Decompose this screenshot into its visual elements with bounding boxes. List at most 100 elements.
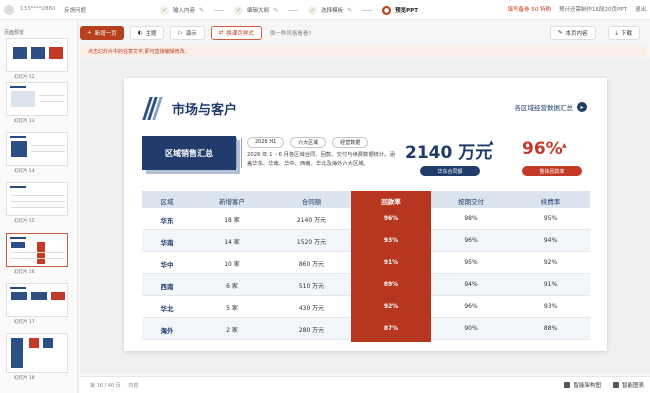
vip-offer-link[interactable]: 填写备券 50 特购 — [507, 5, 551, 13]
cell-new-customers[interactable]: 18 家 — [192, 215, 272, 224]
this-page-content-button[interactable]: ✎ 本页内容 — [549, 26, 596, 40]
cell-renewal-rate[interactable]: 95% — [511, 215, 590, 222]
cell-collection-rate[interactable]: 96% — [351, 215, 431, 222]
smart-chart-button[interactable]: 智能图表 — [612, 381, 644, 389]
step-separator — [214, 9, 225, 11]
cell-new-customers[interactable]: 2 家 — [192, 325, 272, 334]
cell-region[interactable]: 华东 — [142, 215, 192, 225]
header-collection-rate[interactable]: 回款率 — [351, 196, 431, 206]
new-page-button[interactable]: + 新增一页 — [80, 26, 124, 40]
smart-diagram-button[interactable]: 智能架构图 — [564, 381, 601, 389]
cell-collection-rate[interactable]: 91% — [351, 259, 431, 266]
cell-new-customers[interactable]: 6 家 — [192, 281, 272, 290]
header-region[interactable]: 区域 — [142, 196, 192, 206]
slide-title[interactable]: 市场与客户 — [172, 99, 237, 118]
cell-collection-rate[interactable]: 89% — [351, 281, 431, 288]
cell-renewal-rate[interactable]: 92% — [511, 259, 590, 266]
cell-on-time-delivery[interactable]: 90% — [431, 325, 511, 332]
slide-thumbnail[interactable] — [6, 82, 68, 116]
slide-thumbnail-sidebar: 页面预览 幻灯片 12 幻灯片 13 幻灯片 14 幻灯片 15 幻灯片 16 — [0, 20, 78, 393]
step-separator — [362, 9, 373, 11]
thumb-block — [11, 292, 27, 300]
slide-thumbnail[interactable] — [6, 132, 68, 166]
tag[interactable]: 经营数据 — [332, 137, 369, 148]
slide-thumbnail[interactable] — [6, 333, 68, 373]
thumb-title — [10, 136, 26, 138]
kpi-collection-rate[interactable]: 96% — [522, 139, 563, 159]
kpi-contract-amount[interactable]: 2140 万元 — [405, 138, 492, 163]
cell-collection-rate[interactable]: 87% — [351, 325, 431, 332]
cell-contract-amount[interactable]: 510 万元 — [272, 281, 351, 290]
plus-icon: + — [87, 30, 92, 36]
kpi-contract-label[interactable]: 华东合同额 — [420, 166, 480, 176]
cell-on-time-delivery[interactable]: 98% — [431, 215, 511, 222]
description-text[interactable]: 2026 年 1 – 6 月各区域合同、回款、交付与续费数据统计。涵盖华东、华南… — [247, 151, 397, 168]
cell-on-time-delivery[interactable]: 96% — [431, 237, 511, 244]
theme-button[interactable]: ◐ 主题 — [129, 26, 165, 40]
play-icon: ▷ — [178, 30, 183, 36]
slide-thumbnail[interactable] — [6, 283, 68, 317]
thumb-line — [11, 207, 65, 208]
thumb-line — [11, 258, 65, 259]
summary-box[interactable]: 区域销售汇总 — [142, 136, 236, 170]
content-label[interactable]: 内容 — [128, 383, 138, 389]
download-button[interactable]: ⤓ 下载 — [607, 26, 640, 40]
cell-contract-amount[interactable]: 1520 万元 — [272, 237, 351, 246]
thumb-line — [31, 151, 65, 152]
cell-contract-amount[interactable]: 430 万元 — [272, 303, 351, 312]
slide-thumbnail[interactable] — [6, 38, 68, 72]
cell-region[interactable]: 华中 — [142, 259, 192, 269]
cell-region[interactable]: 华北 — [142, 303, 192, 313]
slide-thumbnail[interactable] — [6, 182, 68, 216]
thumb-title — [10, 86, 26, 88]
cell-region[interactable]: 西南 — [142, 281, 192, 291]
tag[interactable]: 2026 H1 — [247, 137, 285, 148]
cell-renewal-rate[interactable]: 88% — [511, 325, 590, 332]
cell-renewal-rate[interactable]: 93% — [511, 303, 590, 310]
thumb-line — [39, 101, 65, 102]
cell-on-time-delivery[interactable]: 96% — [431, 303, 511, 310]
replace-style-button[interactable]: ⇄ 换课页样式 — [210, 26, 262, 40]
cell-renewal-rate[interactable]: 91% — [511, 281, 590, 288]
thumb-label: 幻灯片 13 — [14, 119, 35, 124]
slide-thumbnail-active[interactable] — [6, 233, 68, 267]
user-account[interactable]: 133****2880 — [20, 6, 56, 12]
step-input-content[interactable]: ✓ 输入内容 ✎ — [160, 5, 204, 15]
cell-region[interactable]: 华南 — [142, 237, 192, 247]
present-button[interactable]: ▷ 演示 — [170, 26, 205, 40]
cell-collection-rate[interactable]: 93% — [351, 237, 431, 244]
header-new-customers[interactable]: 新增客户 — [192, 196, 272, 206]
step-preview-ppt[interactable]: ● 预览PPT — [382, 5, 418, 15]
cell-contract-amount[interactable]: 860 万元 — [272, 259, 351, 268]
cell-on-time-delivery[interactable]: 94% — [431, 281, 511, 288]
step-separator — [288, 9, 299, 11]
thumb-label: 幻灯片 15 — [14, 219, 35, 224]
header-renewal-rate[interactable]: 续费率 — [511, 196, 590, 206]
up-triangle-icon: ▲ — [489, 139, 494, 146]
cell-contract-amount[interactable]: 2140 万元 — [272, 215, 351, 224]
cell-contract-amount[interactable]: 280 万元 — [272, 325, 351, 334]
cell-renewal-rate[interactable]: 94% — [511, 237, 590, 244]
exit-button[interactable]: 退出 — [635, 5, 646, 13]
kpi-collection-label[interactable]: 整体回款率 — [522, 166, 582, 176]
check-icon: ✓ — [308, 5, 318, 15]
step-choose-template[interactable]: ✓ 选择模板 ✎ — [308, 5, 352, 15]
thumb-block — [49, 47, 63, 59]
arrow-right-icon: ▸ — [577, 102, 587, 112]
cell-new-customers[interactable]: 5 家 — [192, 303, 272, 312]
region-summary-link[interactable]: 各区域经营数据汇总 ▸ — [515, 102, 587, 112]
cell-new-customers[interactable]: 10 家 — [192, 259, 272, 268]
swap-icon: ⇄ — [218, 30, 224, 36]
header-contract-amount[interactable]: 合同额 — [272, 196, 351, 206]
cell-new-customers[interactable]: 14 家 — [192, 237, 272, 246]
style-hint-link[interactable]: 换一种风格看看? — [270, 29, 311, 37]
cell-collection-rate[interactable]: 92% — [351, 303, 431, 310]
thumb-line — [39, 95, 65, 96]
tag[interactable]: 六大区域 — [290, 137, 327, 148]
cell-on-time-delivery[interactable]: 95% — [431, 259, 511, 266]
step-edit-outline[interactable]: ✓ 编辑大纲 ✎ — [234, 5, 278, 15]
cell-region[interactable]: 海外 — [142, 325, 192, 335]
thumb-label: 幻灯片 16 — [14, 270, 35, 275]
feedback-link[interactable]: 反馈问题 — [64, 6, 86, 14]
header-on-time-delivery[interactable]: 按期交付 — [431, 196, 511, 206]
